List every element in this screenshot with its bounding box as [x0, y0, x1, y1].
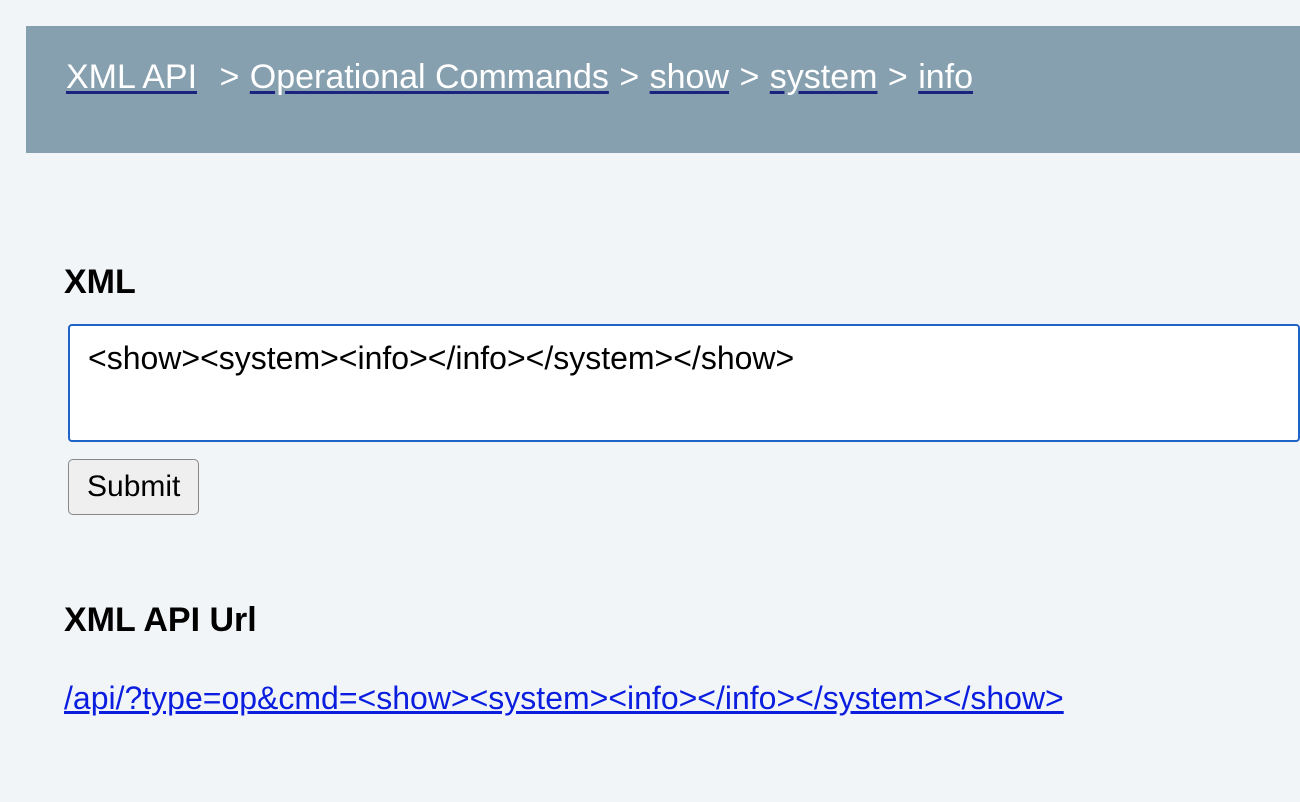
main-content: XML Submit XML API Url /api/?type=op&cmd… — [64, 153, 1300, 717]
api-url-section-label: XML API Url — [64, 601, 1300, 640]
submit-button[interactable]: Submit — [68, 459, 199, 515]
breadcrumb-separator — [201, 58, 213, 96]
xml-input[interactable] — [68, 324, 1300, 442]
breadcrumb-link-system[interactable]: system — [770, 58, 878, 96]
breadcrumb-link-operational-commands[interactable]: Operational Commands — [250, 58, 609, 96]
xml-section-label: XML — [64, 263, 1300, 302]
breadcrumb-link-info[interactable]: info — [918, 58, 973, 96]
breadcrumb-bar: XML API > Operational Commands > show > … — [26, 26, 1300, 153]
breadcrumb-separator: > — [882, 58, 914, 96]
api-url-section: XML API Url /api/?type=op&cmd=<show><sys… — [64, 601, 1300, 717]
api-url-link[interactable]: /api/?type=op&cmd=<show><system><info></… — [64, 680, 1064, 717]
breadcrumb-separator: > — [733, 58, 765, 96]
breadcrumb-link-show[interactable]: show — [650, 58, 729, 96]
breadcrumb-separator: > — [613, 58, 645, 96]
breadcrumb-link-xml-api[interactable]: XML API — [66, 58, 197, 96]
breadcrumb-separator: > — [213, 58, 245, 96]
